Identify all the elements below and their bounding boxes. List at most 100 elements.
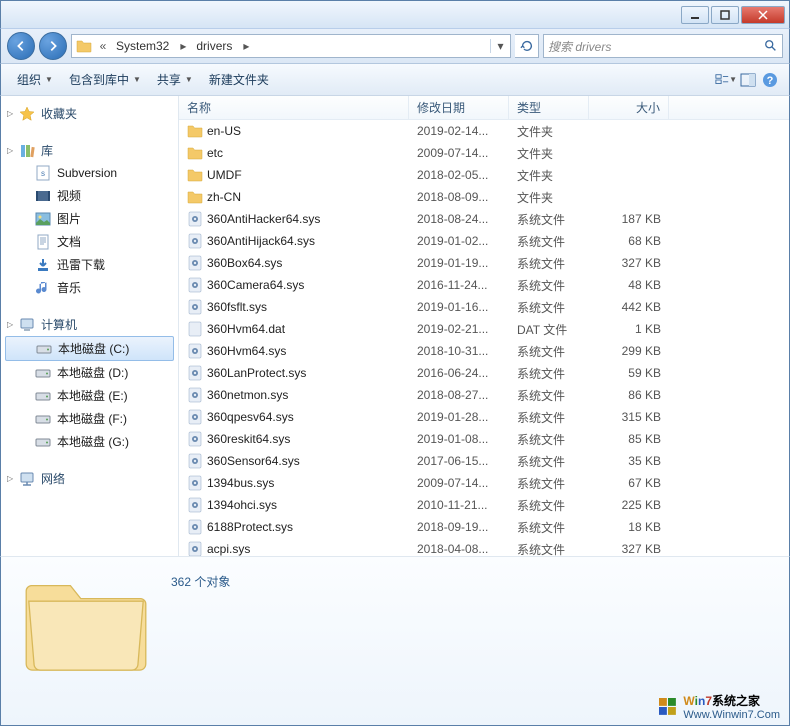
address-bar: « System32 ▸ drivers ▸ ▾ 搜索 drivers (0, 28, 790, 64)
sidebar-network-header[interactable]: ▷ 网络 (1, 467, 178, 490)
file-row[interactable]: 6188Protect.sys 2018-09-19... 系统文件 18 KB (179, 516, 789, 538)
column-type[interactable]: 类型 (509, 96, 589, 119)
details-count: 362 个对象 (171, 567, 230, 590)
sidebar-item[interactable]: Subversion (1, 162, 178, 184)
sidebar-libraries-header[interactable]: ▷ 库 (1, 139, 178, 162)
drive-icon (35, 365, 51, 381)
search-input[interactable]: 搜索 drivers (543, 34, 783, 58)
file-row[interactable]: 360AntiHijack64.sys 2019-01-02... 系统文件 6… (179, 230, 789, 252)
new-folder-button[interactable]: 新建文件夹 (201, 67, 277, 92)
search-placeholder: 搜索 drivers (548, 38, 611, 55)
file-row[interactable]: 360Box64.sys 2019-01-19... 系统文件 327 KB (179, 252, 789, 274)
help-button[interactable]: ? (759, 69, 781, 91)
column-headers: 名称 修改日期 类型 大小 (179, 96, 789, 120)
sys-icon (187, 255, 203, 271)
music-icon (35, 280, 51, 296)
file-row[interactable]: UMDF 2018-02-05... 文件夹 (179, 164, 789, 186)
sys-icon (187, 277, 203, 293)
sys-icon (187, 211, 203, 227)
file-row[interactable]: 360LanProtect.sys 2016-06-24... 系统文件 59 … (179, 362, 789, 384)
sys-icon (187, 453, 203, 469)
file-row[interactable]: 360Sensor64.sys 2017-06-15... 系统文件 35 KB (179, 450, 789, 472)
main-area: ▷ 收藏夹 ▷ 库 Subversion视频图片文档迅雷下载音乐 ▷ 计算机 本… (0, 96, 790, 556)
sidebar-item[interactable]: 视频 (1, 184, 178, 207)
sys-icon (187, 475, 203, 491)
file-row[interactable]: 360AntiHacker64.sys 2018-08-24... 系统文件 1… (179, 208, 789, 230)
file-row[interactable]: zh-CN 2018-08-09... 文件夹 (179, 186, 789, 208)
sidebar-item[interactable]: 音乐 (1, 276, 178, 299)
collapse-icon[interactable]: ▷ (7, 146, 13, 155)
network-icon (19, 471, 35, 487)
collapse-icon[interactable]: ▷ (7, 320, 13, 329)
watermark-brand: Win7系统之家 (683, 692, 780, 709)
breadcrumb[interactable]: « System32 ▸ drivers ▸ ▾ (71, 34, 511, 58)
watermark-url: Www.Winwin7.Com (683, 709, 780, 721)
file-row[interactable]: 360reskit64.sys 2019-01-08... 系统文件 85 KB (179, 428, 789, 450)
forward-button[interactable] (39, 32, 67, 60)
dropdown-icon[interactable]: ▾ (490, 39, 510, 53)
file-row[interactable]: 1394ohci.sys 2010-11-21... 系统文件 225 KB (179, 494, 789, 516)
chevron-left-icon[interactable]: « (96, 39, 110, 53)
search-icon (764, 39, 778, 53)
sys-icon (187, 299, 203, 315)
sidebar-item[interactable]: 迅雷下载 (1, 253, 178, 276)
file-row[interactable]: 360Hvm64.sys 2018-10-31... 系统文件 299 KB (179, 340, 789, 362)
window-titlebar (0, 0, 790, 28)
sidebar-item-drive[interactable]: 本地磁盘 (G:) (1, 430, 178, 453)
sidebar-item[interactable]: 图片 (1, 207, 178, 230)
maximize-button[interactable] (711, 6, 739, 24)
file-row[interactable]: 360fsflt.sys 2019-01-16... 系统文件 442 KB (179, 296, 789, 318)
chevron-right-icon[interactable]: ▸ (176, 39, 190, 53)
sys-icon (187, 497, 203, 513)
file-row[interactable]: en-US 2019-02-14... 文件夹 (179, 120, 789, 142)
file-row[interactable]: etc 2009-07-14... 文件夹 (179, 142, 789, 164)
file-list: 名称 修改日期 类型 大小 en-US 2019-02-14... 文件夹 et… (179, 96, 789, 556)
back-button[interactable] (7, 32, 35, 60)
column-name[interactable]: 名称 (179, 96, 409, 119)
breadcrumb-segment[interactable]: drivers (190, 35, 239, 57)
video-icon (35, 188, 51, 204)
sys-icon (187, 519, 203, 535)
sys-icon (187, 431, 203, 447)
close-button[interactable] (741, 6, 785, 24)
share-menu[interactable]: 共享▼ (149, 67, 201, 92)
document-icon (35, 234, 51, 250)
sys-icon (187, 365, 203, 381)
expand-icon[interactable]: ▷ (7, 109, 13, 118)
file-row[interactable]: 360netmon.sys 2018-08-27... 系统文件 86 KB (179, 384, 789, 406)
sidebar-item-drive[interactable]: 本地磁盘 (C:) (5, 336, 174, 361)
folder-icon (187, 123, 203, 139)
sys-icon (187, 409, 203, 425)
column-size[interactable]: 大小 (589, 96, 669, 119)
chevron-right-icon[interactable]: ▸ (239, 39, 253, 53)
view-options-button[interactable]: ▼ (715, 69, 737, 91)
preview-pane-button[interactable] (737, 69, 759, 91)
file-row[interactable]: acpi.sys 2018-04-08... 系统文件 327 KB (179, 538, 789, 556)
expand-icon[interactable]: ▷ (7, 474, 13, 483)
minimize-button[interactable] (681, 6, 709, 24)
picture-icon (35, 211, 51, 227)
library-icon (19, 143, 35, 159)
file-row[interactable]: 360qpesv64.sys 2019-01-28... 系统文件 315 KB (179, 406, 789, 428)
breadcrumb-segment[interactable]: System32 (110, 35, 176, 57)
windows-flag-icon (659, 698, 677, 716)
sidebar-item-drive[interactable]: 本地磁盘 (D:) (1, 361, 178, 384)
sys-icon (187, 387, 203, 403)
file-row[interactable]: 360Camera64.sys 2016-11-24... 系统文件 48 KB (179, 274, 789, 296)
navigation-pane: ▷ 收藏夹 ▷ 库 Subversion视频图片文档迅雷下载音乐 ▷ 计算机 本… (1, 96, 179, 556)
computer-icon (19, 317, 35, 333)
drive-icon (36, 341, 52, 357)
sidebar-item-drive[interactable]: 本地磁盘 (F:) (1, 407, 178, 430)
sidebar-computer-header[interactable]: ▷ 计算机 (1, 313, 178, 336)
include-in-library-menu[interactable]: 包含到库中▼ (61, 67, 149, 92)
drive-icon (35, 434, 51, 450)
refresh-button[interactable] (515, 34, 539, 58)
column-date[interactable]: 修改日期 (409, 96, 509, 119)
organize-menu[interactable]: 组织▼ (9, 67, 61, 92)
sidebar-favorites-header[interactable]: ▷ 收藏夹 (1, 102, 178, 125)
file-row[interactable]: 1394bus.sys 2009-07-14... 系统文件 67 KB (179, 472, 789, 494)
folder-icon (76, 38, 92, 54)
sidebar-item[interactable]: 文档 (1, 230, 178, 253)
sidebar-item-drive[interactable]: 本地磁盘 (E:) (1, 384, 178, 407)
file-row[interactable]: 360Hvm64.dat 2019-02-21... DAT 文件 1 KB (179, 318, 789, 340)
